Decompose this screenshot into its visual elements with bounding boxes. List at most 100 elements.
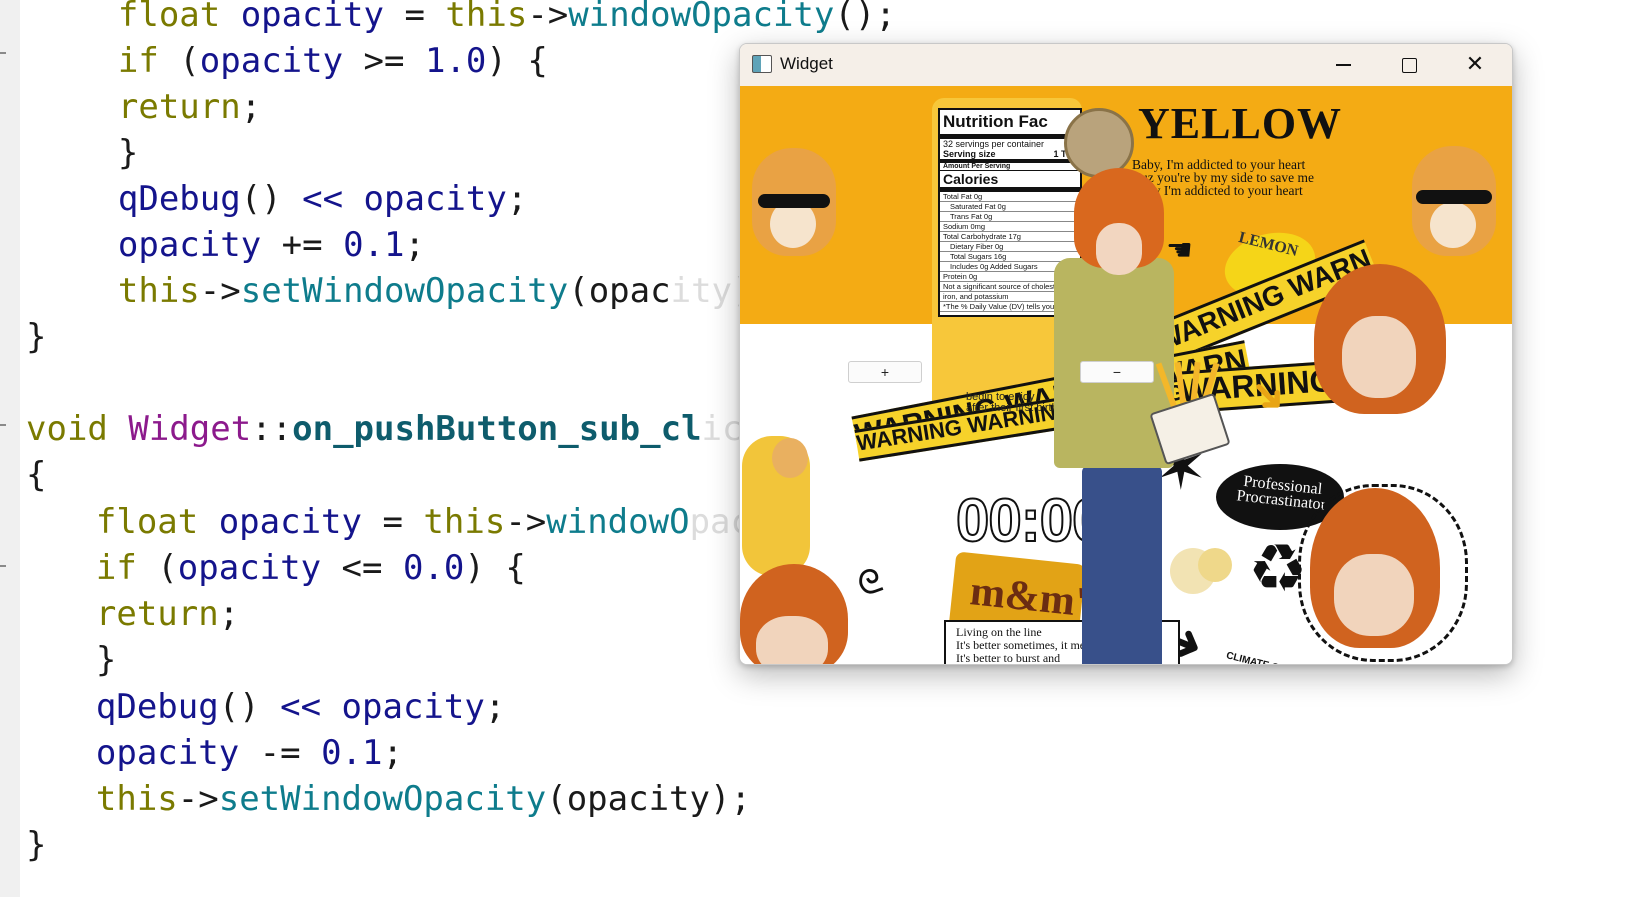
dog-face: [772, 438, 808, 478]
code-token: ) {: [486, 41, 548, 81]
code-token: opacity: [341, 687, 485, 727]
decor-circle: [1198, 548, 1232, 582]
code-token: (opac: [568, 271, 671, 311]
code-token: ->: [527, 0, 569, 35]
code-token: ;: [404, 225, 425, 265]
code-line[interactable]: }: [26, 822, 46, 868]
code-token: Widget: [128, 409, 252, 449]
code-token: =: [382, 502, 424, 542]
code-line[interactable]: return;: [14, 591, 239, 637]
minimize-icon: [1335, 64, 1351, 66]
code-token: setWindowOpacity: [218, 779, 547, 819]
code-line[interactable]: if (opacity <= 0.0) {: [14, 545, 526, 591]
amount-per-serving: Amount Per Serving: [940, 159, 1080, 170]
nutrition-row: Sodium 0mg: [940, 222, 1080, 232]
code-line[interactable]: float opacity = this->windowOpacity();: [36, 0, 896, 38]
code-line[interactable]: opacity -= 0.1;: [14, 730, 403, 776]
code-token: qDebug: [36, 179, 241, 219]
code-token: (): [240, 179, 303, 219]
code-token: windowO: [546, 502, 690, 542]
code-token: float: [14, 502, 219, 542]
sub-opacity-button[interactable]: −: [1080, 361, 1154, 383]
code-token: <<: [302, 179, 364, 219]
person-hat: [1074, 168, 1164, 275]
yellow-title: YELLOW: [1138, 99, 1343, 148]
nutrition-title: Nutrition Fac: [940, 110, 1080, 139]
recycle-icon: ♻: [1248, 530, 1308, 607]
minimize-button[interactable]: [1310, 44, 1376, 86]
code-token: qDebug: [14, 687, 219, 727]
person-jeans: [1082, 466, 1162, 664]
code-token: on_pushButton_sub_cl: [292, 409, 702, 449]
dashed-outline: [1298, 484, 1468, 662]
code-line[interactable]: void Widget::on_pushButton_sub_clicked(): [26, 406, 845, 452]
nutrition-row: Trans Fat 0g: [940, 212, 1080, 222]
climate-change-text: CLIMATE CHANGE: [1225, 650, 1315, 664]
code-token: ->: [177, 779, 219, 819]
code-token: (: [157, 548, 178, 588]
code-line[interactable]: }: [26, 314, 46, 360]
serving-size-row: Serving size1 Tbs: [940, 149, 1080, 159]
code-line[interactable]: return;: [36, 84, 261, 130]
code-token: this: [36, 271, 200, 311]
code-token: ) {: [464, 548, 526, 588]
enjoy-line: after their first birthd: [966, 402, 1064, 414]
hat-boy-sticker: [1314, 264, 1446, 414]
code-token: opacity: [363, 179, 507, 219]
fries-cup: [1149, 392, 1231, 466]
code-token: 0.1: [343, 225, 405, 265]
window-title: Widget: [780, 54, 833, 73]
code-line[interactable]: opacity += 0.1;: [36, 222, 425, 268]
code-line[interactable]: this->setWindowOpacity(opacity);: [36, 268, 773, 314]
title-bar[interactable]: Widget ✕: [740, 44, 1512, 86]
code-token: opacity: [14, 733, 260, 773]
code-line[interactable]: this->setWindowOpacity(opacity);: [14, 776, 751, 822]
code-token: if: [14, 548, 158, 588]
close-button[interactable]: ✕: [1442, 44, 1508, 86]
enjoy-text: begin to enjoy after their first birthd: [966, 392, 1064, 414]
code-token: opacity: [177, 548, 342, 588]
pointing-hand-icon: ☚: [1166, 233, 1193, 268]
code-token: float: [36, 0, 241, 35]
code-token: }: [36, 133, 139, 173]
serving-size-label: Serving size: [943, 149, 996, 159]
code-line[interactable]: {: [26, 452, 46, 498]
code-token: windowOpacity: [568, 0, 835, 35]
code-token: }: [26, 825, 47, 865]
nutrition-row: Total Sugars 16g: [940, 252, 1080, 262]
code-line[interactable]: qDebug() << opacity;: [36, 176, 527, 222]
widget-window[interactable]: Widget ✕ Nutrition Fac 32 servings per c…: [739, 43, 1513, 665]
boy-face: [1342, 316, 1416, 398]
code-token: <=: [341, 548, 403, 588]
code-token: setWindowOpacity: [240, 271, 569, 311]
maximize-button[interactable]: [1376, 44, 1442, 86]
code-token: ->: [199, 271, 241, 311]
code-token: }: [26, 317, 47, 357]
servings-text: 32 servings per container: [943, 139, 1045, 149]
sunglasses-icon: [1416, 190, 1492, 204]
person-face: [1096, 223, 1142, 275]
close-icon: ✕: [1465, 52, 1485, 77]
code-token: 0.1: [321, 733, 383, 773]
code-token: <<: [280, 687, 342, 727]
maximize-icon: [1401, 57, 1417, 73]
code-line[interactable]: }: [36, 130, 138, 176]
nutrition-row: Saturated Fat 0g: [940, 202, 1080, 212]
code-token: ;: [506, 179, 528, 219]
code-token: }: [14, 640, 117, 680]
code-token: ;: [240, 87, 262, 127]
squiggle-icon: ᘓ: [851, 560, 889, 606]
code-line[interactable]: }: [14, 637, 116, 683]
nutrition-row: Total Fat 0g: [940, 192, 1080, 202]
code-token: >=: [363, 41, 425, 81]
code-token: (: [179, 41, 200, 81]
code-token: ->: [505, 502, 547, 542]
code-line[interactable]: qDebug() << opacity;: [14, 684, 505, 730]
code-token: (opacity);: [546, 779, 751, 819]
hat-boy-sticker: [740, 564, 848, 664]
add-opacity-button[interactable]: +: [848, 361, 922, 383]
code-token: ();: [834, 0, 896, 35]
calories-label: Calories: [940, 170, 1080, 192]
nutrition-row: Total Carbohydrate 17g: [940, 232, 1080, 242]
code-line[interactable]: if (opacity >= 1.0) {: [36, 38, 548, 84]
